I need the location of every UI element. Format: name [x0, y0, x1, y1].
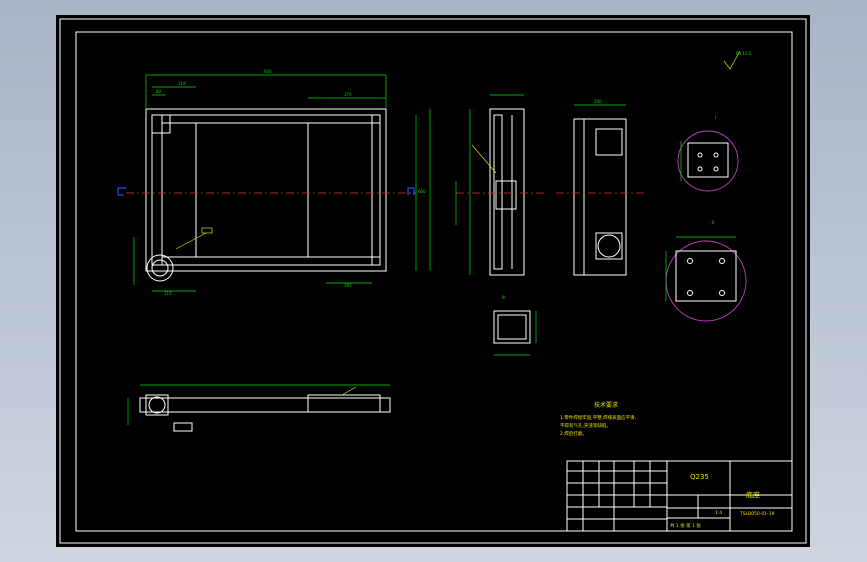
svg-text:Ra 12.5: Ra 12.5: [736, 51, 752, 56]
svg-text:119: 119: [178, 81, 186, 86]
svg-text:110: 110: [164, 291, 172, 296]
svg-text:80: 80: [156, 89, 162, 94]
inner-border: [75, 31, 793, 532]
material-text: Q235: [690, 473, 709, 481]
notes-line-2: 不得有气孔,夹渣等缺陷。: [560, 422, 611, 429]
front-view: 930 119 80 370 600 110 300: [117, 69, 431, 296]
svg-text:930: 930: [264, 69, 272, 74]
detail-view-iii: III: [493, 295, 537, 356]
roughness-symbol: Ra 12.5: [723, 50, 752, 70]
notes-line-1: 1.零件焊接牢固,平整,焊缝表面应平滑,: [560, 414, 636, 421]
part-name-text: 底座: [746, 490, 760, 499]
svg-text:200: 200: [594, 99, 602, 104]
side-view-left: [455, 94, 546, 276]
sheet-text: 共 1 张 第 1 张: [670, 522, 701, 529]
svg-text:370: 370: [344, 92, 352, 97]
detail-view-i: I: [677, 115, 739, 192]
svg-text:I: I: [715, 115, 716, 120]
svg-text:300: 300: [344, 283, 352, 288]
svg-text:600: 600: [418, 189, 426, 194]
notes-title: 技术要求: [594, 401, 618, 409]
notes-line-3: 2.焊后打磨。: [560, 430, 587, 437]
scale-text: 1:4: [715, 510, 722, 516]
drawing-viewport[interactable]: 930 119 80 370 600 110 300 200 I II III …: [56, 15, 810, 547]
bottom-view: [127, 384, 391, 432]
outer-border: [59, 18, 807, 544]
side-view-right: 200: [556, 99, 646, 276]
title-block: Q235 底座 TSLB050-01-19 1:4 共 1 张 第 1 张: [566, 460, 793, 532]
svg-text:II: II: [712, 220, 714, 225]
technical-notes: 技术要求 1.零件焊接牢固,平整,焊缝表面应平滑, 不得有气孔,夹渣等缺陷。 2…: [560, 401, 636, 437]
svg-text:III: III: [502, 295, 506, 300]
drawing-number-text: TSLB050-01-19: [739, 511, 775, 517]
detail-view-ii: II: [665, 220, 747, 322]
cad-drawing: 930 119 80 370 600 110 300 200 I II III …: [59, 18, 807, 544]
